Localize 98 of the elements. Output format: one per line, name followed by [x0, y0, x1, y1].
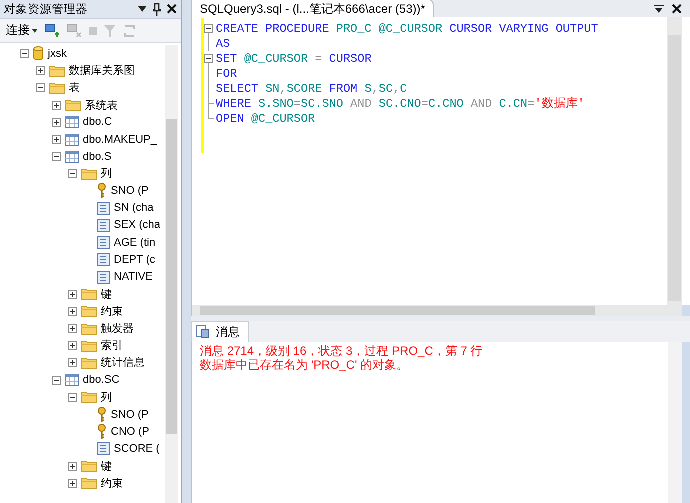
code-line: FOR — [216, 66, 238, 80]
code-line: SET @C_CURSOR = CURSOR — [216, 52, 372, 66]
messages-tab-label: 消息 — [216, 324, 240, 340]
tree-item[interactable]: AGE (tin — [114, 236, 156, 249]
tree-item[interactable]: 系统表 — [85, 98, 118, 113]
tree-item[interactable]: SNO (P — [111, 185, 149, 198]
scrollbar[interactable] — [191, 305, 682, 316]
collapse-icon[interactable] — [68, 392, 77, 402]
tree-item[interactable]: SCORE ( — [114, 442, 160, 455]
tree-item[interactable]: dbo.SC — [83, 374, 120, 386]
code-line: AS — [216, 36, 230, 50]
table-icon — [65, 374, 79, 386]
error-message: 数据库中已存在名为 'PRO_C' 的对象。 — [200, 358, 410, 372]
collapse-icon[interactable] — [68, 169, 77, 178]
folder-icon — [49, 64, 65, 77]
code-line: WHERE S.SNO=SC.SNO AND SC.CNO=C.CNO AND C.CN='数据库' — [216, 96, 585, 112]
collapse-icon[interactable] — [204, 51, 214, 66]
tree-item[interactable]: 键 — [101, 286, 112, 302]
tree-item[interactable]: SN (cha — [114, 202, 154, 214]
scrollbar[interactable] — [667, 17, 682, 305]
messages-icon — [196, 325, 210, 339]
caret-icon — [32, 28, 38, 32]
tree-item[interactable]: DEPT (c — [114, 254, 156, 266]
tree-item[interactable]: SEX (cha — [114, 219, 160, 232]
expand-icon[interactable] — [68, 306, 77, 316]
scrollbar[interactable] — [668, 342, 682, 503]
folder-icon — [81, 322, 97, 335]
column-icon — [97, 253, 110, 266]
column-icon — [97, 442, 110, 456]
tree-item[interactable]: dbo.MAKEUP_ — [83, 134, 157, 146]
tree-item[interactable]: jxsk — [48, 48, 67, 60]
expand-icon[interactable] — [68, 290, 77, 299]
table-icon — [65, 150, 79, 163]
expand-icon[interactable] — [52, 100, 61, 110]
tree-item[interactable]: 统计信息 — [101, 355, 145, 370]
folder-icon — [81, 356, 97, 369]
code-line: CREATE PROCEDURE PRO_C @C_CURSOR CURSOR VARYING OUTPUT — [216, 22, 598, 36]
code-line: SELECT SN,SCORE FROM S,SC,C — [216, 82, 408, 96]
tree-item[interactable]: 约束 — [101, 304, 123, 319]
folder-icon — [81, 391, 97, 404]
connect-button[interactable]: 连接 — [6, 22, 38, 39]
collapse-icon[interactable] — [52, 152, 61, 162]
tree-item[interactable]: CNO (P — [111, 426, 150, 438]
tree-item[interactable]: 触发器 — [101, 321, 134, 336]
collapse-icon[interactable] — [52, 376, 61, 385]
expand-icon[interactable] — [52, 118, 61, 127]
key-icon — [97, 183, 107, 200]
folder-icon — [81, 288, 97, 300]
database-icon — [33, 46, 44, 62]
collapse-icon[interactable] — [36, 83, 45, 92]
key-icon — [97, 406, 107, 423]
tree-item[interactable]: 列 — [101, 166, 112, 182]
table-icon — [65, 116, 79, 128]
tree-item[interactable]: 数据库关系图 — [69, 63, 135, 78]
column-icon — [97, 270, 110, 284]
folder-icon — [81, 460, 97, 472]
messages-tab[interactable]: 消息 — [191, 321, 249, 342]
column-icon — [97, 202, 110, 215]
expand-icon[interactable] — [68, 324, 77, 334]
tree-item[interactable]: 索引 — [101, 338, 123, 354]
connect-icon[interactable] — [45, 24, 60, 38]
expand-icon[interactable] — [68, 478, 77, 488]
dropdown-icon[interactable] — [138, 6, 147, 12]
panel-title: 对象资源管理器 — [4, 2, 89, 16]
tree-item[interactable]: 键 — [101, 458, 112, 474]
column-icon — [97, 236, 110, 250]
column-icon — [97, 218, 110, 232]
tree-item[interactable]: 列 — [101, 390, 112, 405]
folder-icon — [81, 340, 97, 352]
tree-item[interactable]: dbo.C — [83, 116, 112, 128]
expand-icon[interactable] — [36, 66, 45, 76]
collapse-icon[interactable] — [20, 49, 29, 58]
dropdown-icon[interactable] — [654, 4, 664, 12]
expand-icon[interactable] — [68, 462, 77, 471]
tree-item[interactable]: 表 — [69, 80, 80, 96]
expand-icon[interactable] — [68, 358, 77, 368]
folder-icon — [65, 99, 81, 112]
key-icon — [97, 424, 107, 440]
editor-tab[interactable]: SQLQuery3.sql - (l...笔记本666\acer (53))* — [191, 0, 434, 17]
tree-item[interactable]: NATIVE — [114, 271, 153, 284]
tree-item[interactable]: 约束 — [101, 476, 123, 491]
tree-item[interactable]: SNO (P — [111, 408, 149, 421]
close-icon[interactable] — [167, 4, 177, 14]
code-editor[interactable]: CREATE PROCEDURE PRO_C @C_CURSOR CURSOR VARYING OUTPUT AS SET @C_CURSOR = CURSOR FOR SELECT SN,SCORE FROM S,SC,C WHERE S.SNO=SC.SNO AND SC.CNO=C.CNO AND C.CN='数据库' OPEN @C_CURSOR — [191, 17, 690, 305]
folder-icon — [49, 82, 65, 94]
error-message: 消息 2714，级别 16，状态 3，过程 PRO_C，第 7 行 — [200, 344, 484, 358]
folder-icon — [81, 168, 97, 180]
expand-icon[interactable] — [68, 341, 77, 350]
collapse-icon[interactable] — [204, 21, 214, 36]
pin-icon[interactable] — [153, 2, 161, 16]
close-icon[interactable] — [672, 4, 682, 14]
code-line: OPEN @C_CURSOR — [216, 112, 316, 126]
expand-icon[interactable] — [52, 135, 61, 144]
folder-icon — [81, 305, 97, 318]
tree-item[interactable]: dbo.S — [83, 150, 112, 163]
table-icon — [65, 134, 79, 146]
folder-icon — [81, 477, 97, 490]
scrollbar[interactable] — [165, 45, 178, 503]
